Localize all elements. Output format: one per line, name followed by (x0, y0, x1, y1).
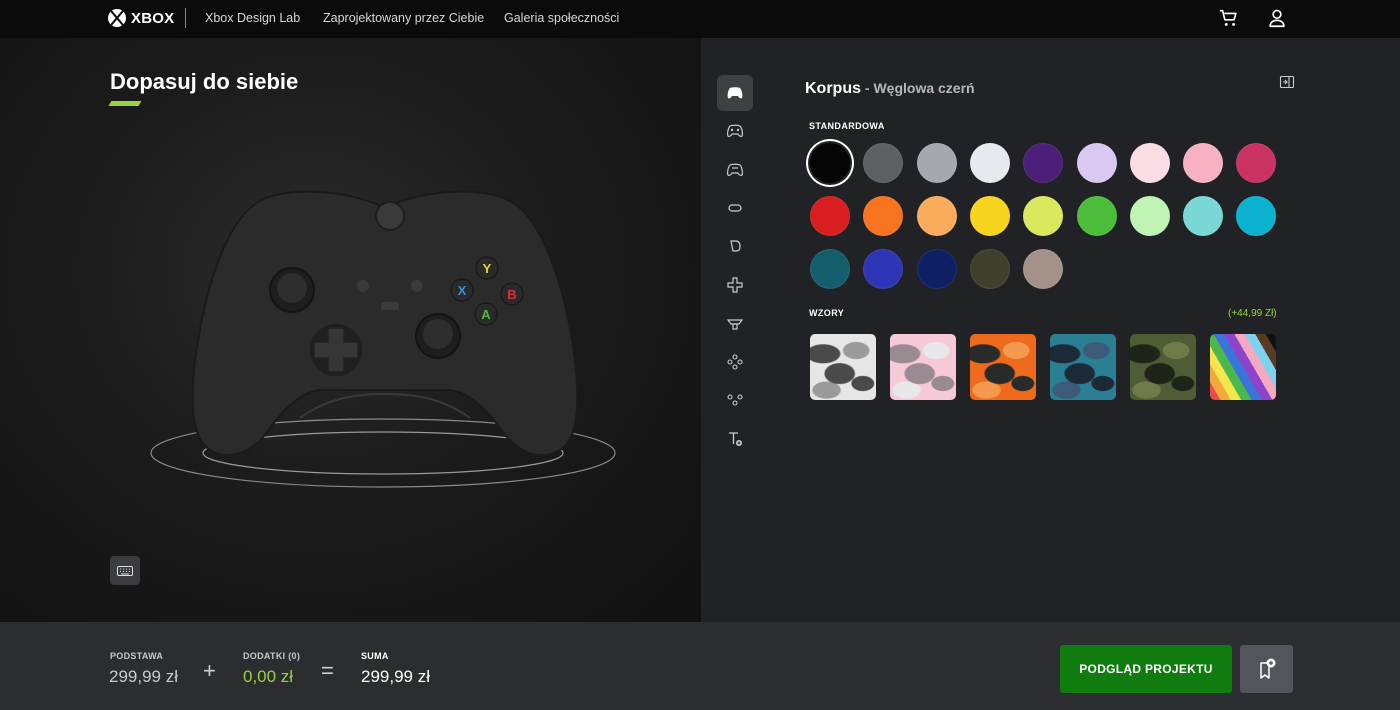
nav-link-design-lab[interactable]: Xbox Design Lab (205, 11, 300, 25)
cart-icon[interactable] (1218, 7, 1240, 29)
pattern-swatch-orange-camo[interactable] (970, 334, 1036, 400)
top-navigation: XBOX Xbox Design Lab Zaprojektowany prze… (0, 0, 1400, 38)
color-swatch[interactable] (810, 249, 850, 289)
component-name: Korpus (805, 80, 861, 97)
controller-left-stick-cap (277, 273, 307, 303)
controller-preview-stage[interactable]: Dopasuj do siebie Y X B A (0, 38, 701, 622)
bookmark-add-icon (1259, 658, 1275, 679)
selected-color-name: Węglowa czerń (873, 80, 975, 96)
base-price-label: PODSTAWA (110, 651, 164, 661)
controller-guide-button (375, 201, 405, 231)
preview-design-button[interactable]: PODGLĄD PROJEKTU (1060, 645, 1232, 693)
color-swatch[interactable] (916, 143, 957, 183)
controller-3d-view[interactable]: Y X B A (150, 178, 620, 498)
controller-b-glyph: B (507, 287, 516, 302)
controller-body (191, 190, 579, 457)
controller-body-icon (727, 87, 743, 99)
tool-engraving[interactable] (717, 421, 753, 457)
heading-separator: - (861, 80, 874, 96)
color-swatch[interactable] (1129, 143, 1170, 183)
tool-abxy-buttons[interactable] (717, 344, 753, 380)
controller-x-glyph: X (458, 283, 467, 298)
keyboard-shortcuts-button[interactable] (110, 556, 140, 585)
controller-grips-icon (727, 163, 743, 176)
controller-grip-edge (299, 392, 471, 419)
color-swatch[interactable] (916, 249, 957, 289)
color-swatch[interactable] (1076, 143, 1117, 183)
patterns-label: WZORY (809, 308, 845, 318)
tool-dpad[interactable] (717, 267, 753, 303)
color-swatch[interactable] (863, 143, 904, 183)
color-swatch[interactable] (1023, 143, 1064, 183)
addons-label: DODATKI (0) (243, 651, 301, 661)
equals-sign: = (321, 658, 334, 683)
color-swatch[interactable] (1023, 196, 1064, 236)
standard-colors-label: STANDARDOWA (809, 121, 885, 131)
addons-value: 0,00 zł (243, 667, 294, 686)
pattern-swatch-blue-camo[interactable] (1050, 334, 1116, 400)
color-swatch[interactable] (969, 196, 1010, 236)
color-swatch[interactable] (1076, 196, 1117, 236)
collapse-panel-icon[interactable] (1279, 74, 1295, 90)
controller-a-glyph: A (481, 307, 491, 322)
controller-back-icon (727, 124, 743, 137)
engraving-text-icon (729, 432, 742, 446)
abxy-buttons-icon (727, 354, 743, 370)
patterns-surcharge: (+44,99 Zł) (1228, 308, 1277, 319)
pattern-swatch-pride-stripes[interactable] (1210, 334, 1276, 400)
color-swatch[interactable] (1183, 143, 1224, 183)
price-summary-bar: PODSTAWA 299,99 zł + DODATKI (0) 0,00 zł… (0, 622, 1400, 710)
color-swatch[interactable] (916, 196, 957, 236)
color-swatch[interactable] (810, 196, 850, 236)
tool-controller-back[interactable] (717, 113, 753, 149)
color-swatch[interactable] (863, 249, 904, 289)
controller-right-stick-cap (423, 319, 453, 349)
nav-divider (185, 8, 186, 28)
dpad-icon (727, 277, 743, 293)
color-swatch[interactable] (1236, 196, 1277, 236)
xbox-logo[interactable]: XBOX (108, 9, 174, 27)
color-swatch[interactable] (810, 143, 850, 183)
color-swatch[interactable] (1183, 196, 1224, 236)
bumper-icon (728, 204, 742, 212)
tool-view-menu-buttons[interactable] (717, 382, 753, 418)
page-title: Dopasuj do siebie (110, 69, 299, 94)
total-value: 299,99 zł (361, 667, 430, 686)
pattern-swatch-arctic-camo[interactable] (810, 334, 876, 400)
color-swatch[interactable] (969, 143, 1010, 183)
component-heading: Korpus - Węglowa czerń (805, 80, 975, 98)
customization-panel: Korpus - Węglowa czerń STANDARDOWA WZORY… (701, 38, 1400, 622)
base-price-value: 299,99 zł (109, 667, 178, 686)
account-icon[interactable] (1266, 7, 1288, 29)
tool-bumpers[interactable] (717, 190, 753, 226)
tool-triggers[interactable] (717, 228, 753, 264)
tool-controller-grips[interactable] (717, 152, 753, 188)
pattern-swatch-pink-camo[interactable] (890, 334, 956, 400)
pattern-swatch-forest-camo[interactable] (1130, 334, 1196, 400)
plus-sign: + (203, 658, 216, 683)
color-swatch[interactable] (863, 196, 904, 236)
save-design-button[interactable] (1240, 645, 1293, 693)
nav-link-community-gallery[interactable]: Galeria społeczności (504, 11, 619, 25)
nav-link-your-designs[interactable]: Zaprojektowany przez Ciebie (323, 11, 484, 25)
color-swatch[interactable] (1129, 196, 1170, 236)
title-accent (108, 101, 142, 106)
controller-share-button (381, 302, 399, 310)
trigger-icon (730, 240, 741, 252)
xbox-sphere-icon (108, 9, 126, 27)
thumbstick-icon (727, 319, 743, 330)
controller-y-glyph: Y (483, 261, 492, 276)
controller-menu-button (411, 280, 423, 292)
color-swatch[interactable] (969, 249, 1010, 289)
tool-controller-body[interactable] (717, 75, 753, 111)
color-swatch[interactable] (1023, 249, 1064, 289)
color-swatch[interactable] (1236, 143, 1277, 183)
keyboard-icon (117, 565, 133, 576)
view-menu-buttons-icon (727, 394, 743, 406)
tool-thumbsticks[interactable] (717, 306, 753, 342)
controller-view-button (357, 280, 369, 292)
brand-name: XBOX (131, 9, 175, 27)
total-label: SUMA (361, 651, 389, 661)
